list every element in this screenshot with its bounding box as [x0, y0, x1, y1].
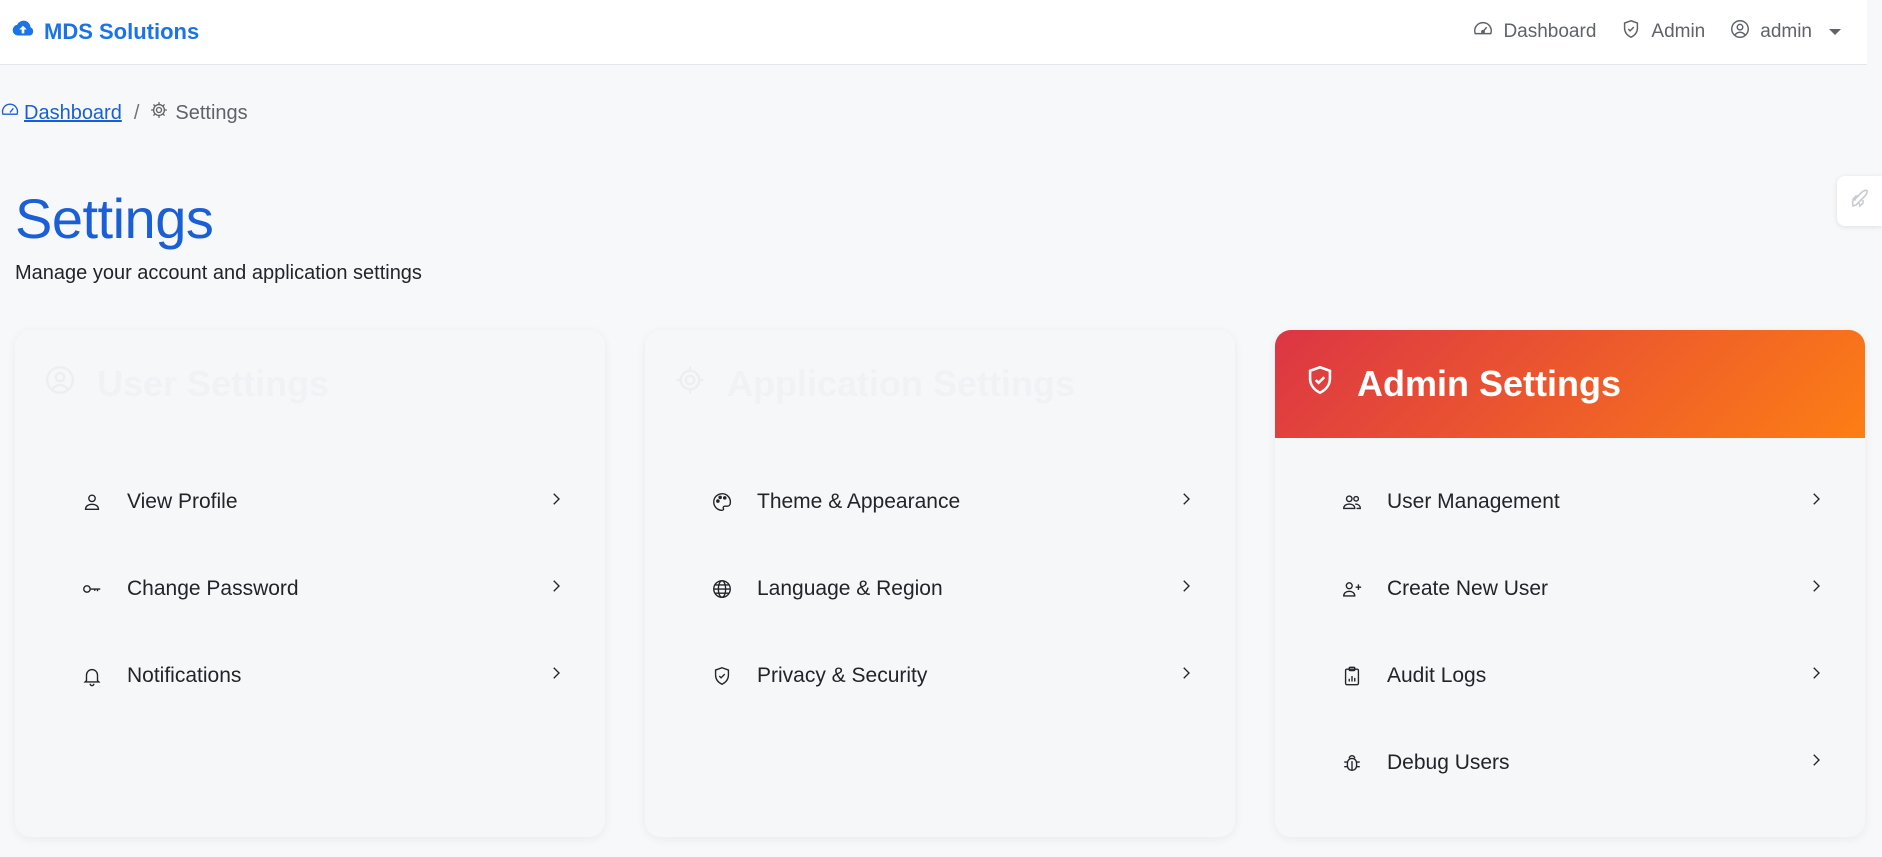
item-label: Notifications — [127, 663, 242, 687]
breadcrumb-separator: / — [133, 101, 140, 124]
chevron-right-icon — [1807, 490, 1825, 514]
chevron-right-icon — [1177, 664, 1195, 688]
speedometer-icon — [1472, 18, 1494, 46]
nav-dashboard-label: Dashboard — [1503, 21, 1597, 42]
nav-dashboard-link[interactable]: Dashboard — [1472, 18, 1596, 46]
theme-appearance-item[interactable]: Theme & Appearance — [695, 458, 1195, 545]
brand-name: MDS Solutions — [44, 19, 200, 44]
user-circle-icon — [43, 363, 77, 406]
people-icon — [1341, 491, 1371, 513]
card-header: User Settings — [15, 330, 605, 438]
person-plus-icon — [1341, 578, 1371, 600]
card-title: Application Settings — [727, 363, 1076, 404]
card-header: Application Settings — [645, 330, 1235, 438]
card-title: User Settings — [97, 363, 330, 404]
bell-icon — [81, 665, 111, 687]
top-navbar: MDS Solutions Dashboard Admin admin — [0, 0, 1867, 65]
item-label: User Management — [1387, 489, 1560, 513]
admin-settings-card: Admin Settings User Management Create Ne… — [1275, 330, 1865, 837]
bug-icon — [1341, 752, 1371, 774]
user-settings-card: User Settings View Profile Change Passwo… — [15, 330, 605, 837]
breadcrumb: Dashboard / Settings — [0, 100, 248, 126]
clipboard-data-icon — [1341, 665, 1371, 687]
language-region-item[interactable]: Language & Region — [695, 545, 1195, 632]
item-label: Theme & Appearance — [757, 489, 961, 513]
breadcrumb-current-label: Settings — [175, 101, 248, 124]
card-list: Theme & Appearance Language & Region Pri… — [645, 438, 1235, 719]
page-title: Settings — [15, 187, 214, 250]
floating-side-tab[interactable] — [1837, 176, 1882, 226]
user-menu-dropdown[interactable]: admin — [1729, 18, 1841, 46]
chevron-right-icon — [1807, 664, 1825, 688]
application-settings-card: Application Settings Theme & Appearance … — [645, 330, 1235, 837]
item-label: Privacy & Security — [757, 663, 928, 687]
brand-link[interactable]: MDS Solutions — [10, 16, 199, 48]
globe-icon — [711, 578, 741, 600]
chevron-right-icon — [1177, 577, 1195, 601]
breadcrumb-dashboard-link[interactable]: Dashboard — [0, 100, 122, 126]
item-label: Create New User — [1387, 576, 1549, 600]
rocket-icon — [1848, 187, 1872, 216]
privacy-security-item[interactable]: Privacy & Security — [695, 632, 1195, 719]
key-icon — [81, 578, 111, 600]
item-label: Audit Logs — [1387, 663, 1487, 687]
item-label: View Profile — [127, 489, 238, 513]
chevron-right-icon — [547, 490, 565, 514]
card-list: View Profile Change Password Notificatio… — [15, 438, 605, 719]
user-menu-label: admin — [1760, 21, 1812, 42]
nav-admin-link[interactable]: Admin — [1620, 18, 1705, 46]
item-label: Debug Users — [1387, 750, 1510, 774]
notifications-item[interactable]: Notifications — [65, 632, 565, 719]
chevron-right-icon — [547, 664, 565, 688]
chevron-right-icon — [1177, 490, 1195, 514]
change-password-item[interactable]: Change Password — [65, 545, 565, 632]
shield-check-icon — [1620, 18, 1642, 46]
breadcrumb-dashboard-label: Dashboard — [24, 101, 122, 124]
chevron-right-icon — [1807, 751, 1825, 775]
create-new-user-item[interactable]: Create New User — [1325, 545, 1825, 632]
audit-logs-item[interactable]: Audit Logs — [1325, 632, 1825, 719]
chevron-right-icon — [547, 577, 565, 601]
debug-users-item[interactable]: Debug Users — [1325, 719, 1825, 806]
user-management-item[interactable]: User Management — [1325, 458, 1825, 545]
nav-admin-label: Admin — [1651, 21, 1706, 42]
palette-icon — [711, 491, 741, 513]
speedometer-icon — [0, 100, 20, 126]
nav-right: Dashboard Admin admin — [1472, 18, 1841, 46]
card-list: User Management Create New User Audit Lo… — [1275, 438, 1865, 806]
cloud-upload-icon — [10, 16, 36, 48]
gear-icon — [673, 363, 707, 406]
card-header: Admin Settings — [1275, 330, 1865, 438]
gear-icon — [149, 100, 169, 126]
shield-check-icon — [1303, 363, 1337, 406]
user-circle-icon — [1729, 18, 1751, 46]
page-subtitle: Manage your account and application sett… — [15, 262, 422, 284]
card-title: Admin Settings — [1357, 363, 1622, 404]
caret-down-icon — [1829, 29, 1841, 35]
chevron-right-icon — [1807, 577, 1825, 601]
item-label: Language & Region — [757, 576, 943, 600]
shield-check-icon — [711, 665, 741, 687]
item-label: Change Password — [127, 576, 299, 600]
view-profile-item[interactable]: View Profile — [65, 458, 565, 545]
person-icon — [81, 491, 111, 513]
breadcrumb-current: Settings — [149, 100, 248, 126]
